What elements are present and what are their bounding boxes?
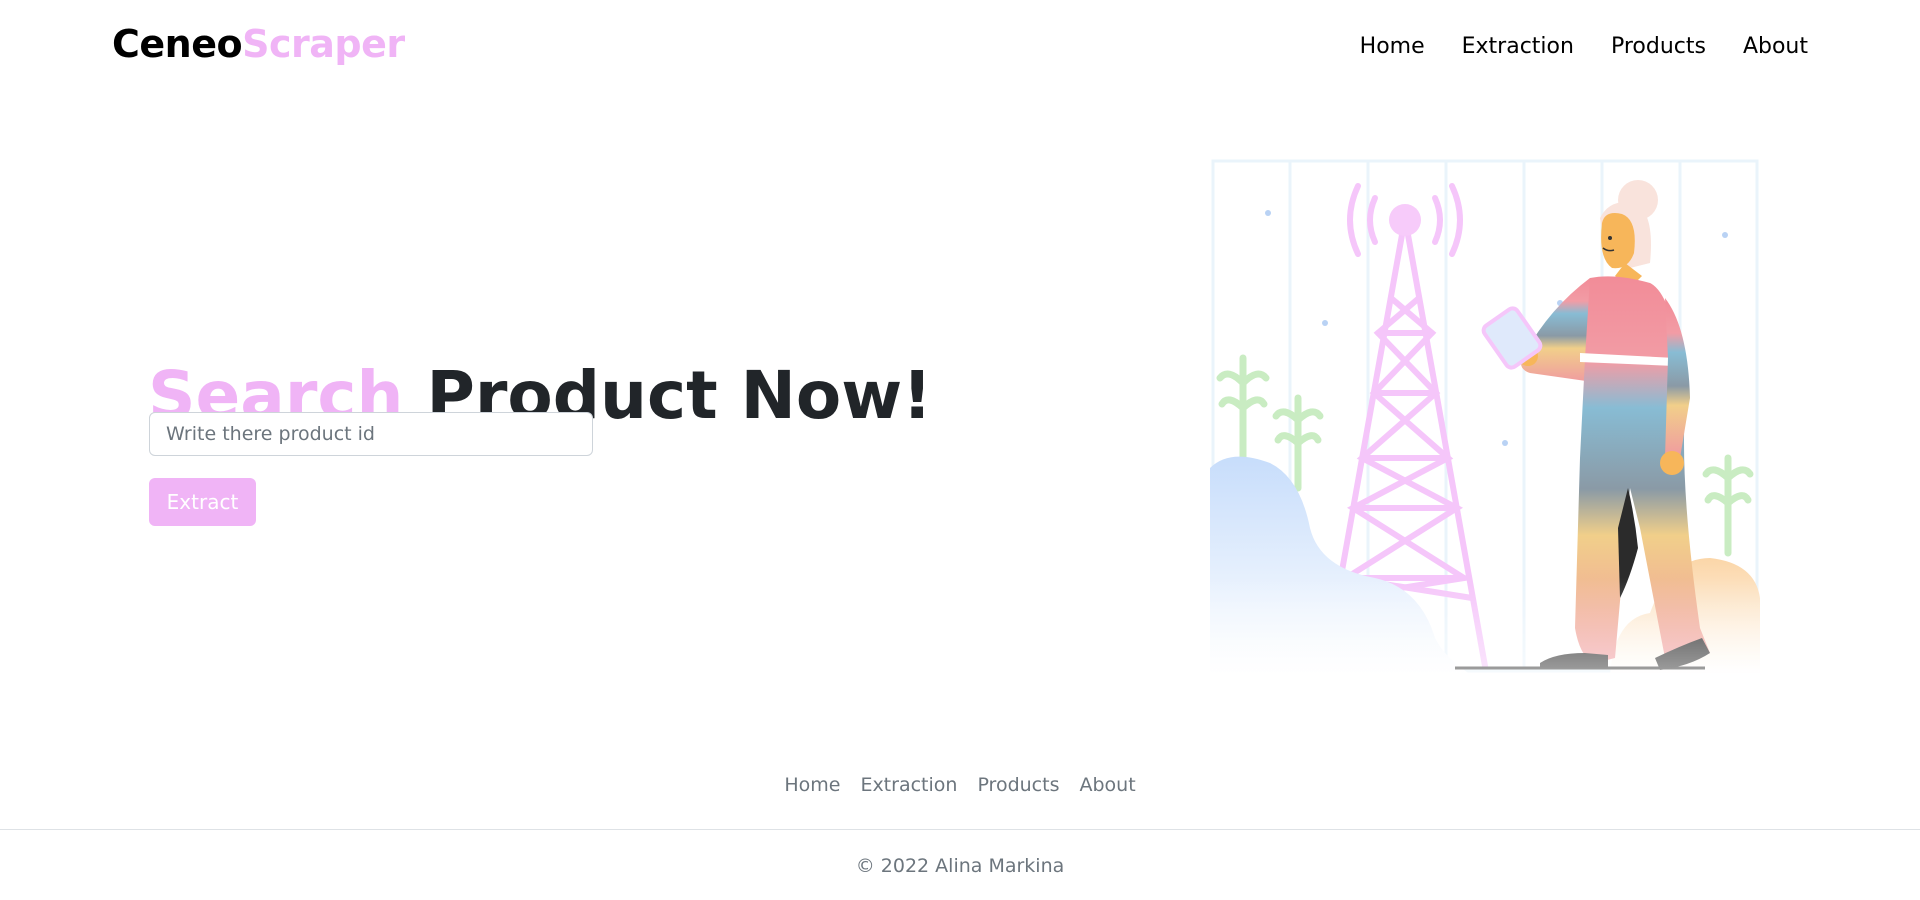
nav-link-extraction[interactable]: Extraction — [1462, 33, 1574, 61]
footer-link-about[interactable]: About — [1079, 772, 1135, 798]
brand-part-ceneo: Ceneo — [112, 22, 243, 66]
navbar: CeneoScraper Home Extraction Products Ab… — [0, 0, 1920, 92]
footer-link-home[interactable]: Home — [784, 772, 840, 798]
copyright-text: © 2022 Alina Markina — [855, 855, 1065, 877]
brand-logo[interactable]: CeneoScraper — [112, 20, 405, 68]
woman-with-phone-near-radio-tower-illustration — [1210, 159, 1760, 674]
tower-beacon — [1389, 204, 1421, 236]
footer-link-products[interactable]: Products — [977, 772, 1059, 798]
extract-button[interactable]: Extract — [149, 478, 256, 526]
nav-link-about[interactable]: About — [1743, 33, 1808, 61]
product-id-input[interactable] — [149, 412, 593, 456]
footer-divider — [0, 829, 1920, 830]
brand-part-scraper: Scraper — [242, 22, 405, 66]
nav-links: Home Extraction Products About — [1360, 33, 1808, 61]
footer-links: Home Extraction Products About — [0, 772, 1920, 798]
nav-link-home[interactable]: Home — [1360, 33, 1425, 61]
nav-link-products[interactable]: Products — [1611, 33, 1706, 61]
footer-link-extraction[interactable]: Extraction — [860, 772, 957, 798]
